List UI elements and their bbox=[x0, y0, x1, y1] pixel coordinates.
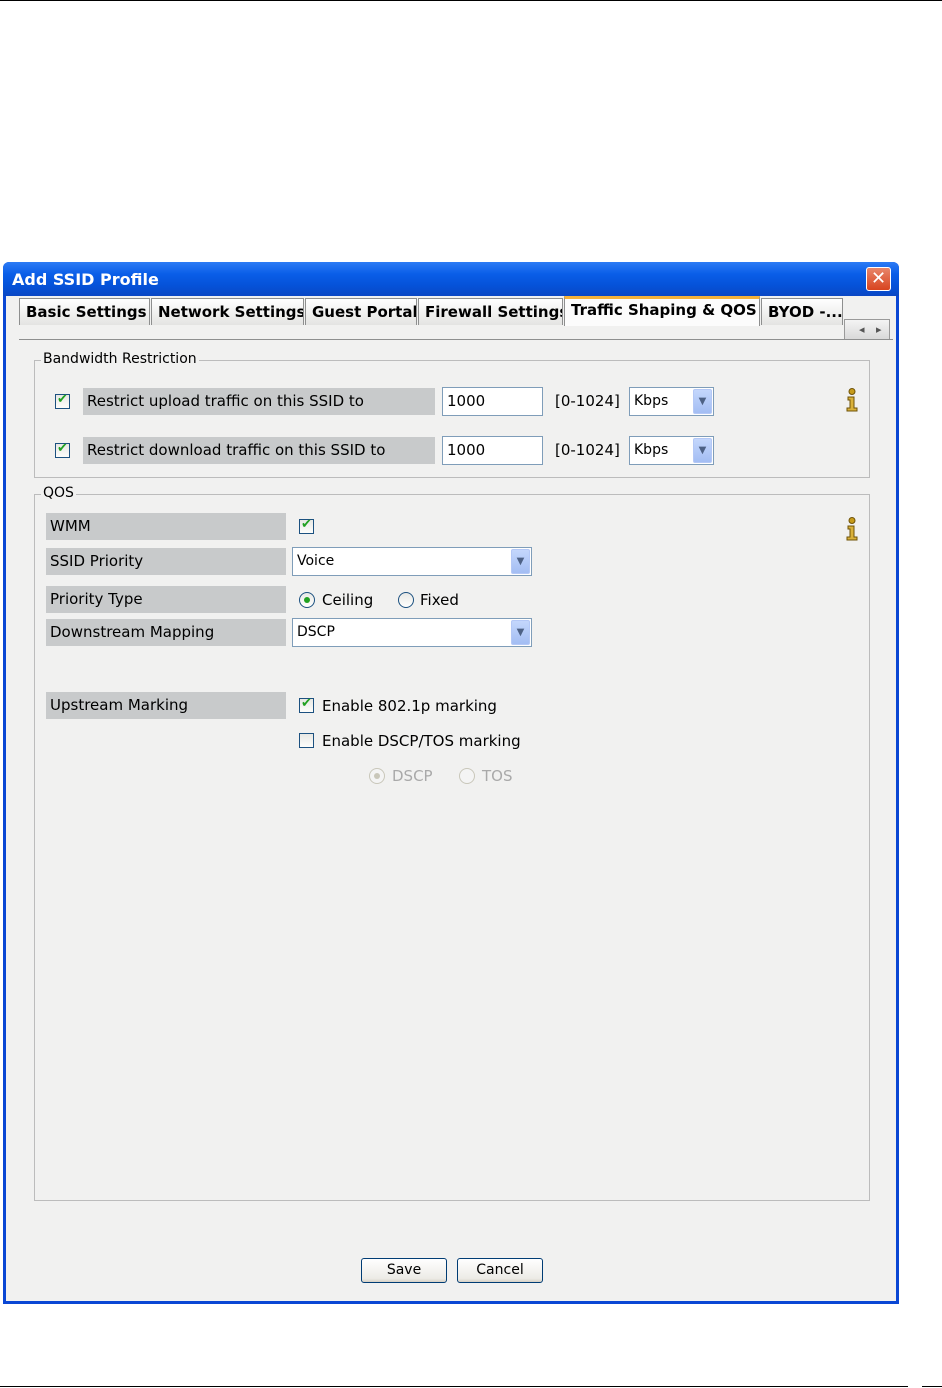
marking-tos-label: TOS bbox=[482, 767, 513, 785]
page-bottom-rule bbox=[0, 1386, 908, 1387]
chevron-down-icon[interactable]: ▼ bbox=[693, 438, 712, 463]
restrict-upload-label: Restrict upload traffic on this SSID to bbox=[83, 388, 435, 415]
tab-scroll-buttons[interactable]: ◂ ▸ bbox=[844, 319, 890, 340]
upload-range-text: [0-1024] bbox=[555, 392, 620, 410]
tab-basic-settings[interactable]: Basic Settings bbox=[19, 298, 150, 325]
download-unit-value: Kbps bbox=[634, 442, 669, 458]
enable-8021p-label[interactable]: Enable 802.1p marking bbox=[322, 697, 497, 715]
downstream-mapping-select[interactable]: DSCP ▼ bbox=[292, 618, 532, 647]
page-corner-rule bbox=[922, 1386, 942, 1387]
chevron-down-icon[interactable]: ▼ bbox=[511, 620, 530, 645]
ssid-priority-value: Voice bbox=[297, 553, 335, 569]
ssid-priority-label: SSID Priority bbox=[46, 548, 286, 575]
upload-unit-value: Kbps bbox=[634, 393, 669, 409]
add-ssid-profile-dialog: Add SSID Profile ✕ Basic Settings Networ… bbox=[3, 262, 899, 1304]
marking-dscp-label: DSCP bbox=[392, 767, 433, 785]
tab-byod[interactable]: BYOD -... bbox=[761, 298, 843, 325]
restrict-upload-checkbox[interactable] bbox=[55, 392, 70, 409]
scroll-right-icon[interactable]: ▸ bbox=[876, 323, 882, 336]
priority-ceiling-radio[interactable] bbox=[299, 592, 315, 608]
qos-group: QOS WMM SSID Priority Voice ▼ Priority T… bbox=[34, 485, 870, 1201]
downstream-mapping-value: DSCP bbox=[297, 624, 335, 640]
wmm-label: WMM bbox=[46, 513, 286, 540]
tabs-divider bbox=[19, 339, 893, 340]
download-unit-select[interactable]: Kbps ▼ bbox=[629, 436, 714, 465]
download-limit-input[interactable]: 1000 bbox=[442, 436, 543, 465]
bandwidth-restriction-group: Bandwidth Restriction Restrict upload tr… bbox=[34, 351, 870, 478]
dialog-content: Basic Settings Network Settings Guest Po… bbox=[6, 296, 896, 1301]
upload-limit-input[interactable]: 1000 bbox=[442, 387, 543, 416]
tab-guest-portal[interactable]: Guest Portal bbox=[305, 298, 417, 325]
enable-dscp-tos-label[interactable]: Enable DSCP/TOS marking bbox=[322, 732, 521, 750]
page-top-rule bbox=[0, 0, 942, 1]
priority-fixed-radio[interactable] bbox=[398, 592, 414, 608]
marking-tos-radio[interactable] bbox=[459, 768, 475, 784]
info-icon[interactable] bbox=[845, 388, 859, 412]
bandwidth-restriction-legend: Bandwidth Restriction bbox=[41, 351, 199, 367]
download-range-text: [0-1024] bbox=[555, 441, 620, 459]
priority-ceiling-label[interactable]: Ceiling bbox=[322, 591, 373, 609]
ssid-priority-select[interactable]: Voice ▼ bbox=[292, 547, 532, 576]
enable-8021p-checkbox[interactable] bbox=[299, 696, 314, 713]
enable-dscp-tos-checkbox[interactable] bbox=[299, 733, 314, 748]
title-bar[interactable]: Add SSID Profile ✕ bbox=[3, 262, 899, 296]
downstream-mapping-label: Downstream Mapping bbox=[46, 619, 286, 646]
tab-firewall-settings[interactable]: Firewall Settings bbox=[418, 298, 563, 325]
save-button[interactable]: Save bbox=[361, 1258, 447, 1283]
qos-legend: QOS bbox=[41, 485, 76, 501]
priority-fixed-label[interactable]: Fixed bbox=[420, 591, 459, 609]
cancel-button[interactable]: Cancel bbox=[457, 1258, 543, 1283]
upstream-marking-label: Upstream Marking bbox=[46, 692, 286, 719]
restrict-download-label: Restrict download traffic on this SSID t… bbox=[83, 437, 435, 464]
info-icon[interactable] bbox=[845, 517, 859, 541]
chevron-down-icon[interactable]: ▼ bbox=[511, 549, 530, 574]
restrict-download-checkbox[interactable] bbox=[55, 441, 70, 458]
close-button[interactable]: ✕ bbox=[866, 267, 891, 291]
scroll-left-icon[interactable]: ◂ bbox=[859, 323, 865, 336]
marking-dscp-radio[interactable] bbox=[369, 768, 385, 784]
dialog-title: Add SSID Profile bbox=[12, 270, 159, 289]
wmm-checkbox[interactable] bbox=[299, 517, 314, 534]
priority-type-label: Priority Type bbox=[46, 586, 286, 613]
tab-traffic-shaping-qos[interactable]: Traffic Shaping & QOS bbox=[564, 296, 760, 326]
chevron-down-icon[interactable]: ▼ bbox=[693, 389, 712, 414]
upload-unit-select[interactable]: Kbps ▼ bbox=[629, 387, 714, 416]
tab-network-settings[interactable]: Network Settings bbox=[151, 298, 304, 325]
